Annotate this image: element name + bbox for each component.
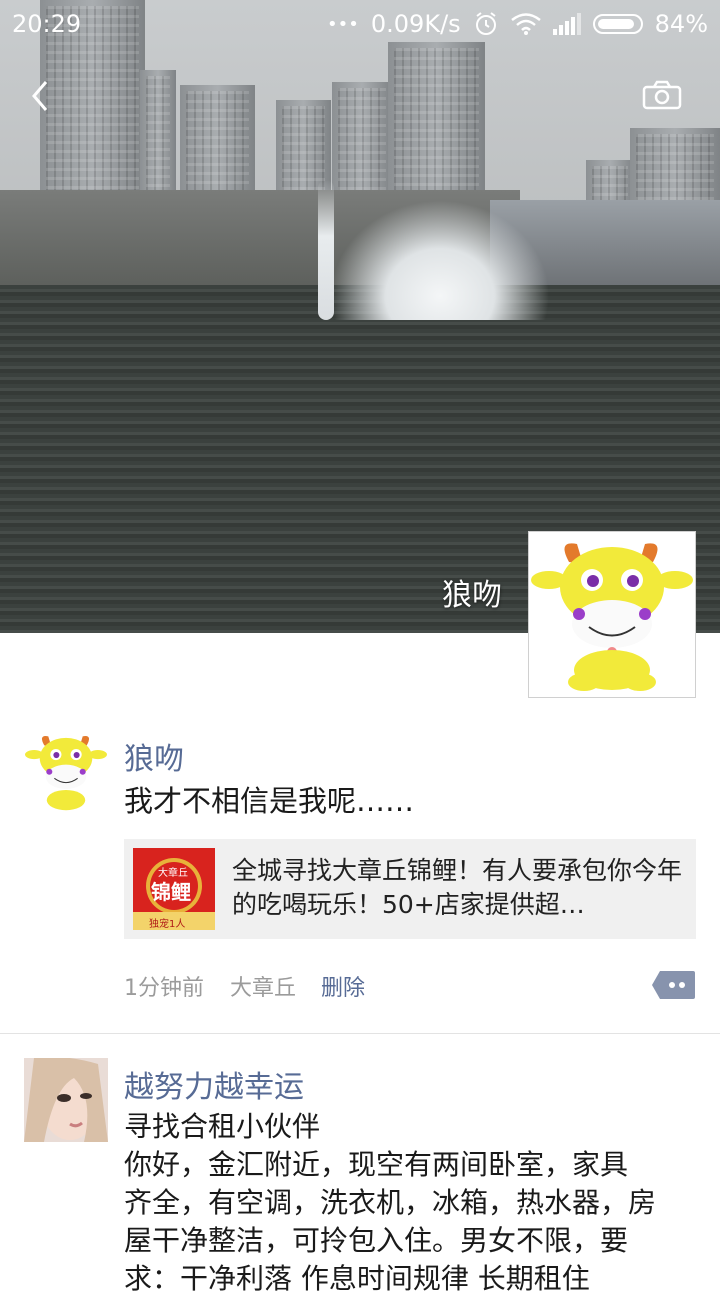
post-time: 1分钟前 — [124, 976, 204, 1001]
thumb-footer: 独宠1人 — [149, 919, 186, 930]
post-text-line: 你好，金汇附近，现空有两间卧室，家具 — [124, 1148, 629, 1181]
owner-avatar[interactable] — [528, 531, 696, 698]
post-location[interactable]: 大章丘 — [230, 970, 296, 1002]
cover-fountain — [330, 200, 550, 320]
link-thumbnail: 大章丘 锦鲤 独宠1人 — [133, 848, 215, 930]
status-right-group: ••• 0.09K/s 84% — [327, 10, 708, 38]
battery-icon — [592, 14, 643, 34]
cover-owner-name[interactable]: 狼吻 — [442, 570, 502, 614]
status-bar: 20:29 ••• 0.09K/s 84% — [0, 0, 720, 50]
cover-fountain-jet — [318, 180, 334, 320]
comment-more-icon[interactable] — [652, 969, 695, 1001]
post-author-name[interactable]: 越努力越幸运 — [124, 1062, 304, 1106]
cow-cartoon-icon — [24, 730, 108, 814]
camera-icon[interactable] — [642, 80, 682, 110]
post-text-line: 求：干净利落 作息时间规律 长期租住 — [124, 1262, 590, 1295]
post-divider — [0, 1033, 720, 1034]
status-dots: ••• — [327, 13, 359, 35]
post-text: 寻找合租小伙伴 你好，金汇附近，现空有两间卧室，家具 齐全，有空调，洗衣机，冰箱… — [124, 1108, 694, 1298]
status-time: 20:29 — [12, 10, 82, 38]
thumb-title: 锦鲤 — [151, 880, 191, 904]
post-text-line: 齐全，有空调，洗衣机，冰箱，热水器，房 — [124, 1186, 657, 1219]
post-author-name[interactable]: 狼吻 — [124, 734, 184, 778]
post-author-avatar[interactable] — [24, 1058, 108, 1142]
delete-link[interactable]: 删除 — [321, 970, 365, 1002]
shared-link-card[interactable]: 大章丘 锦鲤 独宠1人 全城寻找大章丘锦鲤！有人要承包你今年的吃喝玩乐！50+店… — [124, 839, 696, 939]
battery-percent: 84% — [654, 10, 708, 38]
post-author-avatar[interactable] — [24, 730, 108, 814]
wifi-icon — [510, 13, 541, 35]
post-text-line: 寻找合租小伙伴 — [124, 1110, 321, 1143]
back-arrow-icon[interactable] — [24, 76, 64, 116]
link-title: 全城寻找大章丘锦鲤！有人要承包你今年的吃喝玩乐！50+店家提供超… — [232, 856, 683, 919]
cow-cartoon-icon — [529, 532, 695, 697]
signal-icon — [552, 13, 581, 35]
post-text: 我才不相信是我呢…… — [124, 784, 415, 818]
status-network-speed: 0.09K/s — [370, 10, 461, 38]
post-text-line: 屋干净整洁，可拎包入住。男女不限，要 — [124, 1224, 629, 1257]
alarm-icon — [475, 12, 496, 35]
